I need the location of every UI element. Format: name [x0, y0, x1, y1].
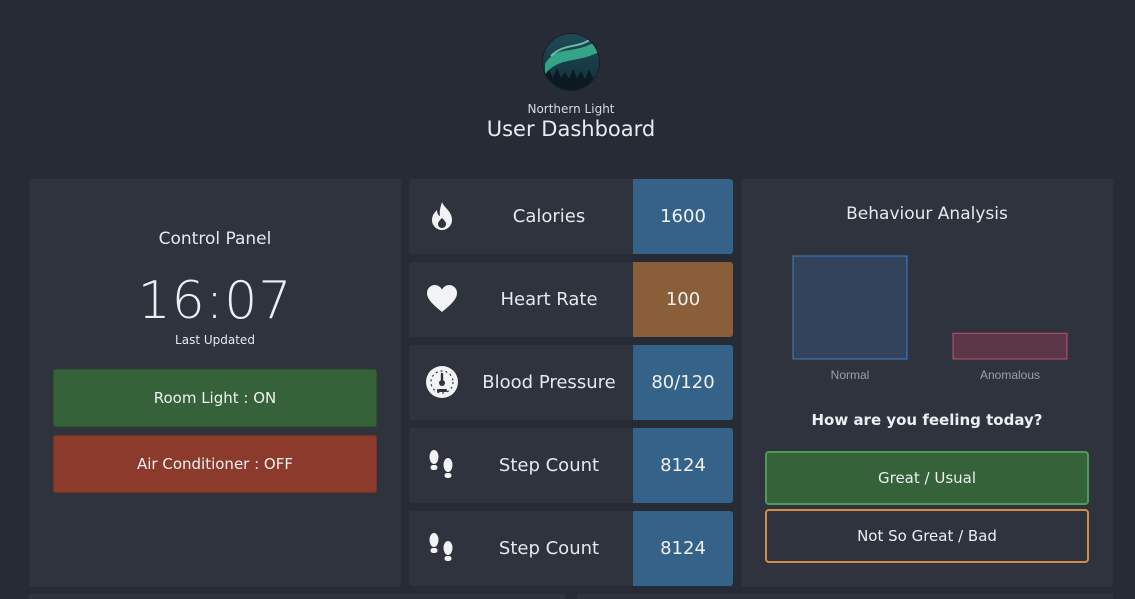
footsteps-icon [429, 533, 453, 561]
metric-card-step-count: Step Count 8124 [409, 428, 733, 503]
bar-normal [792, 255, 908, 360]
category-label-normal: Normal [831, 368, 870, 382]
air-conditioner-toggle-button[interactable]: Air Conditioner : OFF [53, 435, 377, 493]
metric-card-step-count: Step Count 8124 [409, 511, 733, 586]
flame-icon [432, 202, 452, 230]
metric-value: 80/120 [633, 345, 733, 420]
last-updated-caption: Last Updated [175, 333, 255, 347]
feeling-not-great-button[interactable]: Not So Great / Bad [765, 509, 1089, 563]
clock-display: 16:07 [137, 271, 293, 331]
bottom-panel-edge [29, 594, 565, 599]
footsteps-icon [429, 450, 453, 478]
metric-card-blood-pressure: Blood Pressure 80/120 [409, 345, 733, 420]
metric-label: Step Count [498, 455, 600, 476]
metric-card-heart-rate: Heart Rate 100 [409, 262, 733, 337]
metric-card-calories: Calories 1600 [409, 179, 733, 254]
control-panel: Control Panel 16:07 Last Updated Room Li… [29, 179, 401, 587]
metric-value: 1600 [633, 179, 733, 254]
behaviour-analysis-title: Behaviour Analysis [846, 204, 1008, 224]
metric-label: Blood Pressure [482, 372, 616, 393]
dashboard-subtitle: Northern Light [527, 102, 615, 116]
feeling-question: How are you feeling today? [811, 411, 1043, 429]
metric-value: 100 [633, 262, 733, 337]
page-title: User Dashboard [486, 117, 656, 141]
control-panel-title: Control Panel [158, 229, 272, 249]
bottom-panel-edge [577, 594, 1113, 599]
category-label-anomalous: Anomalous [980, 368, 1040, 382]
metric-label: Calories [512, 206, 586, 227]
northern-lights-logo-icon [543, 34, 599, 90]
behaviour-analysis-panel: Behaviour Analysis Normal Anomalous How a… [741, 179, 1113, 587]
metric-value: 8124 [633, 511, 733, 586]
heart-icon [427, 285, 457, 312]
behaviour-bar-chart: Normal Anomalous [792, 255, 1068, 382]
metric-label: Step Count [498, 538, 600, 559]
avatar[interactable] [542, 33, 600, 91]
room-light-toggle-button[interactable]: Room Light : ON [53, 369, 377, 427]
behaviour-chart: Normal Anomalous [741, 239, 1113, 389]
metric-value: 8124 [633, 428, 733, 503]
bar-anomalous [952, 332, 1068, 360]
feeling-great-button[interactable]: Great / Usual [765, 451, 1089, 505]
gauge-icon [426, 366, 458, 398]
metric-label: Heart Rate [500, 289, 598, 310]
